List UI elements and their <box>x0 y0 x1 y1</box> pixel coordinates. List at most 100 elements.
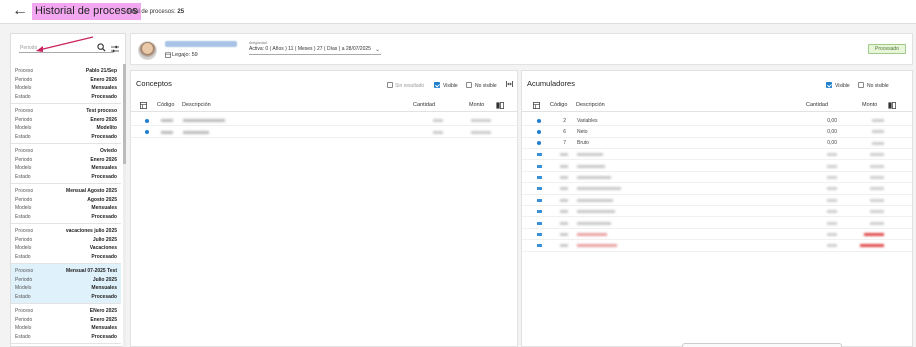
table-row[interactable] <box>522 218 912 229</box>
redacted-quantity <box>827 187 837 191</box>
process-card[interactable]: Proceso vacaciones julio 2025 Periodo Julio… <box>11 224 121 264</box>
table-row[interactable]: 7 Bruto 0,00 <box>522 138 912 149</box>
expand-columns-icon[interactable] <box>506 81 513 87</box>
field-label: Proceso <box>15 268 34 274</box>
table-row[interactable] <box>522 206 912 218</box>
table-row[interactable] <box>131 127 517 138</box>
field-label: Estado <box>15 173 31 180</box>
table-settings-icon[interactable] <box>140 102 147 109</box>
col-codigo[interactable]: Código <box>157 102 174 108</box>
redacted-quantity <box>827 176 837 179</box>
process-card[interactable]: Proceso Mensual Agosto 2025 Periodo Agosto … <box>11 184 121 224</box>
process-card[interactable]: Proceso Oviedo Periodo Enero 2026 Modelo Mens… <box>11 144 121 184</box>
process-field-estado: Estado Procesado <box>15 333 117 342</box>
process-field-estado: Estado Procesado <box>15 213 117 222</box>
employee-name-redacted <box>165 41 237 47</box>
process-field-modelo: Modelo Mensuales <box>15 204 117 213</box>
field-label: Proceso <box>15 68 34 74</box>
redacted-amount <box>471 119 491 122</box>
process-card[interactable]: Proceso Test proceso Periodo Enero 2026 Mode… <box>11 104 121 144</box>
table-row[interactable]: 2 Variables 0,00 <box>522 115 912 127</box>
field-value: Procesado <box>91 213 117 220</box>
search-icon[interactable] <box>97 43 106 52</box>
redacted-amount <box>872 119 884 122</box>
col-codigo[interactable]: Código <box>550 102 567 108</box>
field-label: Modelo <box>15 125 32 132</box>
process-card[interactable]: Proceso ENero 2025 Periodo Enero 2025 Modelo… <box>11 304 121 344</box>
table-row[interactable] <box>522 183 912 195</box>
redacted-quantity <box>827 244 837 248</box>
table-row[interactable] <box>522 149 912 161</box>
field-value: Oviedo <box>100 148 117 154</box>
redacted-code <box>560 233 568 236</box>
field-value: Mensuales <box>91 85 117 92</box>
cell-cantidad: 0,00 <box>827 140 837 147</box>
field-value: Test proceso <box>86 108 117 114</box>
bottom-floating-bar[interactable] <box>682 343 842 347</box>
process-list: Proceso Pablo 21/Sep Periodo Enero 2026 Mode… <box>11 64 121 347</box>
col-descripcion[interactable]: Descripción <box>576 102 605 108</box>
redacted-description <box>577 210 615 214</box>
process-field-proceso: Proceso vacaciones julio 2025 <box>15 227 117 236</box>
no-visible-checkbox[interactable] <box>858 82 864 88</box>
table-row[interactable] <box>522 172 912 184</box>
field-label: Proceso <box>15 188 34 194</box>
filter-settings-icon[interactable] <box>111 45 119 53</box>
redacted-quantity <box>433 130 443 134</box>
field-label: Estado <box>15 333 31 340</box>
table-row[interactable] <box>522 195 912 206</box>
status-bar-icon <box>537 176 542 179</box>
field-value: Agosto 2025 <box>87 196 117 203</box>
process-card[interactable]: Proceso Mensual 07-2025 Test Periodo Julio … <box>11 264 121 304</box>
field-label: Modelo <box>15 285 32 292</box>
visible-checkbox[interactable] <box>434 82 440 88</box>
status-bar-icon <box>537 164 542 168</box>
field-label: Modelo <box>15 245 32 252</box>
status-dot-icon <box>537 118 541 123</box>
redacted-description <box>577 233 607 236</box>
status-bar-icon <box>537 210 542 214</box>
back-arrow-icon[interactable]: ← <box>12 3 28 19</box>
table-settings-icon[interactable] <box>533 102 540 109</box>
field-value: Mensuales <box>91 285 117 292</box>
field-value: Mensuales <box>91 165 117 172</box>
acumuladores-table-header: Código Descripción Cantidad Monto <box>522 98 912 112</box>
visible-checkbox[interactable] <box>826 82 832 88</box>
field-label: Modelo <box>15 85 32 92</box>
process-field-periodo: Periodo Julio 2025 <box>15 276 117 285</box>
columns-toggle-icon[interactable] <box>496 102 504 109</box>
antiguedad-select[interactable]: Activa: 0 ( Años ) 11 ( Meses ) 27 ( Día… <box>249 46 371 52</box>
col-cantidad[interactable]: Cantidad <box>806 102 828 108</box>
col-monto[interactable]: Monto <box>469 102 484 108</box>
field-label: Estado <box>15 293 31 300</box>
field-label: Periodo <box>15 156 33 163</box>
redacted-quantity <box>433 119 443 122</box>
columns-toggle-icon[interactable] <box>888 102 896 109</box>
cell-descripcion: Bruto <box>577 140 589 147</box>
cell-codigo: 7 <box>563 140 566 147</box>
status-bar-icon <box>537 198 542 202</box>
id-card-icon <box>165 52 171 58</box>
sin-resultado-checkbox[interactable] <box>387 82 393 88</box>
no-visible-checkbox[interactable] <box>466 82 472 88</box>
status-dot-icon <box>537 129 541 134</box>
process-field-periodo: Periodo Agosto 2025 <box>15 196 117 205</box>
process-field-proceso: Proceso Oviedo <box>15 147 117 156</box>
table-row[interactable] <box>131 115 517 127</box>
field-label: Estado <box>15 213 31 220</box>
acumuladores-title: Acumuladores <box>527 79 575 88</box>
col-cantidad[interactable]: Cantidad <box>413 102 435 108</box>
redacted-amount <box>872 130 884 134</box>
col-descripcion[interactable]: Descripción <box>182 102 211 108</box>
table-row[interactable] <box>522 229 912 241</box>
table-row[interactable] <box>522 240 912 252</box>
scrollbar-thumb[interactable] <box>123 64 126 164</box>
col-monto[interactable]: Monto <box>862 102 877 108</box>
chevron-down-icon[interactable]: ⌄ <box>375 46 380 53</box>
cell-codigo: 2 <box>563 117 566 124</box>
process-field-modelo: Modelo Vacaciones <box>15 244 117 253</box>
table-row[interactable]: 6 Neto 0,00 <box>522 126 912 138</box>
process-card[interactable]: Proceso Pablo 21/Sep Periodo Enero 2026 Mode… <box>11 64 121 104</box>
total-processes: Total de procesos: 25 <box>127 9 184 15</box>
table-row[interactable] <box>522 161 912 172</box>
